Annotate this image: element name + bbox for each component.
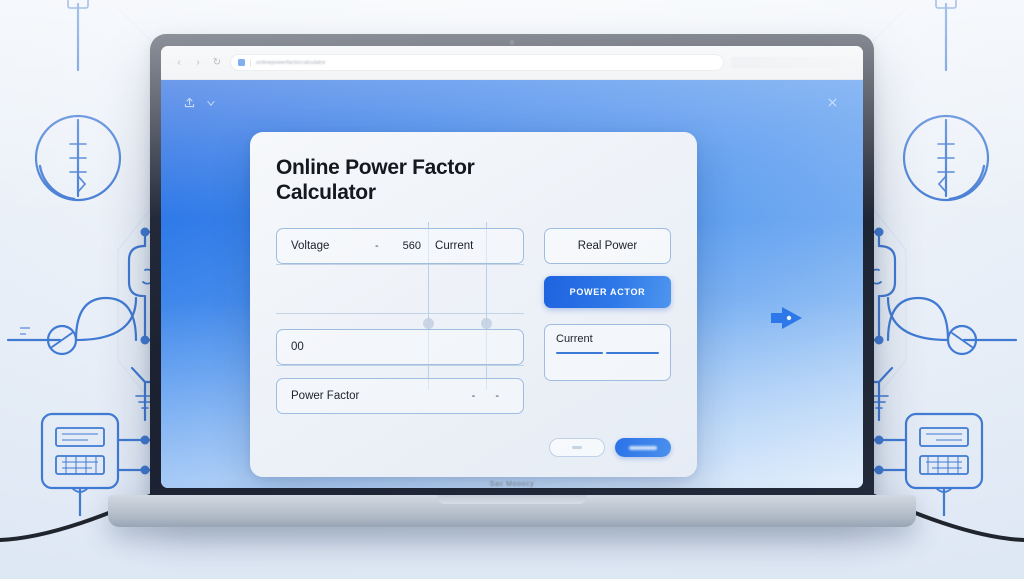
browser-toolbar-right [731, 57, 851, 68]
arrow-pointer-icon [769, 303, 807, 338]
web-page: Online Power Factor Calculator Voltage -… [161, 80, 863, 488]
page-title: Online Power Factor Calculator [276, 156, 475, 204]
primary-action-button[interactable] [615, 438, 671, 457]
voltage-dash: - [375, 239, 379, 252]
close-icon[interactable] [826, 96, 839, 114]
current-result-label: Current [556, 332, 593, 345]
real-power-button[interactable]: Real Power [544, 227, 671, 264]
forward-icon[interactable]: › [192, 57, 204, 69]
grid-line-horizontal-1 [276, 263, 524, 265]
card-body: Voltage - 560 Current 00 Power Factor - … [276, 221, 671, 414]
url-divider [250, 58, 251, 67]
voltage-label: Voltage [291, 239, 330, 252]
scene-root: ‹ › ↻ onlinepowerfactorcalculator Online… [0, 0, 1024, 579]
page-toolbar [183, 96, 217, 109]
secondary-action-button[interactable] [549, 438, 605, 457]
chevron-down-icon[interactable] [205, 97, 217, 109]
browser-chrome: ‹ › ↻ onlinepowerfactorcalculator [161, 46, 863, 80]
secondary-action-label [572, 446, 582, 449]
site-favicon-icon [238, 59, 245, 66]
grid-line-horizontal-3 [276, 364, 524, 366]
inputs-column: Voltage - 560 Current 00 Power Factor - … [276, 221, 524, 414]
laptop-device: ‹ › ↻ onlinepowerfactorcalculator Online… [150, 34, 874, 502]
power-factor-button[interactable]: POWER ACTOR [544, 275, 671, 308]
slider-handle-1[interactable] [423, 317, 434, 329]
laptop-screen: ‹ › ↻ onlinepowerfactorcalculator Online… [161, 46, 863, 488]
reload-icon[interactable]: ↻ [211, 57, 223, 69]
power-factor-dash-2: - [495, 389, 499, 402]
laptop-base [108, 495, 916, 527]
laptop-lid: ‹ › ↻ onlinepowerfactorcalculator Online… [150, 34, 874, 502]
back-icon[interactable]: ‹ [173, 57, 185, 69]
results-column: Real Power POWER ACTOR Current [544, 227, 671, 414]
calculator-card: Online Power Factor Calculator Voltage -… [250, 132, 697, 477]
power-factor-dash-1: - [471, 389, 476, 402]
current-result-box: Current [544, 323, 671, 381]
url-text: onlinepowerfactorcalculator [256, 59, 326, 66]
slider-handle-2[interactable] [481, 317, 492, 329]
current-label: Current [435, 239, 474, 252]
power-factor-label: Power Factor [291, 389, 360, 402]
share-icon[interactable] [183, 96, 196, 109]
second-input-row[interactable]: 00 [276, 328, 524, 365]
card-actions [549, 438, 671, 457]
voltage-value: 560 [402, 239, 422, 252]
laptop-bezel-label: Sac Mooocy [489, 481, 535, 488]
power-factor-input-row[interactable]: Power Factor - - [276, 377, 524, 414]
result-bar-1 [556, 351, 604, 354]
browser-url-bar[interactable]: onlinepowerfactorcalculator [230, 54, 724, 71]
primary-action-label [629, 445, 657, 450]
result-bar-2 [606, 351, 659, 354]
second-input-value: 00 [291, 340, 304, 353]
voltage-input-row[interactable]: Voltage - 560 Current [276, 227, 524, 264]
current-result-bars [556, 351, 659, 354]
